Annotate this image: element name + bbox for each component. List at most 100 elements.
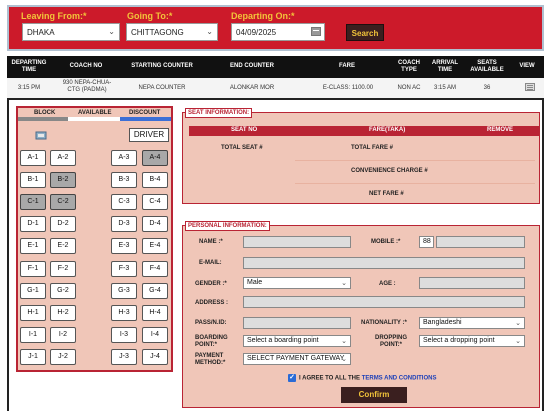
seat-b-1[interactable]: B-1 — [20, 172, 46, 188]
seat-j-3[interactable]: J-3 — [111, 349, 137, 365]
row-departing-time: 3:15 PM — [17, 85, 41, 91]
seat-b-3[interactable]: B-3 — [111, 172, 137, 188]
seat-j-2[interactable]: J-2 — [50, 349, 76, 365]
chevron-down-icon: ⌄ — [108, 27, 115, 36]
seat-i-2[interactable]: I-2 — [50, 327, 76, 343]
seat-h-4[interactable]: H-4 — [142, 305, 168, 321]
row-coach-type: NON AC — [397, 85, 421, 91]
agree-checkbox[interactable]: ✓ — [288, 374, 296, 382]
dropping-point-value: Select a dropping point — [423, 337, 495, 344]
seat-c-3[interactable]: C-3 — [111, 194, 137, 210]
nationality-label: NATIONALITY :* — [361, 320, 407, 326]
divider — [295, 183, 535, 184]
seat-f-3[interactable]: F-3 — [111, 261, 137, 277]
seat-d-1[interactable]: D-1 — [20, 216, 46, 232]
seat-e-3[interactable]: E-3 — [111, 238, 137, 254]
seat-f-4[interactable]: F-4 — [142, 261, 168, 277]
legend-block: BLOCK — [34, 110, 56, 116]
search-bar: Leaving From:* Going To:* Departing On:*… — [7, 5, 544, 51]
name-field[interactable] — [243, 236, 351, 248]
table-row[interactable]: 3:15 PM 930 NEPA-CHUA-CTG (PADMA) NEPA C… — [7, 78, 544, 98]
seat-h-2[interactable]: H-2 — [50, 305, 76, 321]
mobile-country-code[interactable]: 88 — [419, 236, 434, 248]
seat-d-4[interactable]: D-4 — [142, 216, 168, 232]
personal-information-panel: PERSONAL INFORMATION: NAME :* MOBILE :* … — [182, 221, 540, 408]
seat-g-3[interactable]: G-3 — [111, 283, 137, 299]
seat-b-4[interactable]: B-4 — [142, 172, 168, 188]
gender-select[interactable]: Male ⌄ — [243, 277, 351, 289]
row-end-counter: ALONKAR MOR — [229, 85, 275, 91]
seat-i-4[interactable]: I-4 — [142, 327, 168, 343]
going-to-label: Going To:* — [127, 11, 173, 21]
confirm-button[interactable]: Confirm — [341, 387, 407, 403]
legend-block-swatch — [18, 117, 68, 121]
seat-a-1[interactable]: A-1 — [20, 150, 46, 166]
payment-gateway-select[interactable]: SELECT PAYMENT GATEWAY ⌄ — [243, 353, 351, 365]
seat-j-1[interactable]: J-1 — [20, 349, 46, 365]
seat-i-3[interactable]: I-3 — [111, 327, 137, 343]
view-seats-icon[interactable] — [525, 83, 535, 91]
total-fare-label: TOTAL FARE # — [351, 145, 394, 151]
col-remove: REMOVE — [487, 127, 514, 133]
col-coach-type: COACH TYPE — [398, 60, 420, 73]
col-fare: FARE — [338, 63, 355, 69]
divider — [295, 160, 535, 161]
payment-method-label: PAYMENT METHOD:* — [195, 353, 226, 366]
seat-information-title: SEAT INFORMATION: — [185, 108, 253, 118]
seat-g-4[interactable]: G-4 — [142, 283, 168, 299]
seat-i-1[interactable]: I-1 — [20, 327, 46, 343]
row-arrival-time: 3:15 AM — [433, 85, 456, 91]
legend-discount-swatch — [120, 117, 171, 121]
seat-f-2[interactable]: F-2 — [50, 261, 76, 277]
seat-d-3[interactable]: D-3 — [111, 216, 137, 232]
leaving-from-select[interactable]: DHAKA ⌄ — [22, 23, 120, 41]
seat-a-2[interactable]: A-2 — [50, 150, 76, 166]
seat-b-2[interactable]: B-2 — [50, 172, 76, 188]
dropping-point-select[interactable]: Select a dropping point ⌄ — [419, 335, 525, 347]
steering-icon — [35, 131, 47, 140]
passport-field[interactable] — [243, 317, 351, 329]
seat-e-1[interactable]: E-1 — [20, 238, 46, 254]
col-seat-no: SEAT NO — [231, 127, 258, 133]
seat-d-2[interactable]: D-2 — [50, 216, 76, 232]
col-fare-taka: FARE(TAKA) — [369, 127, 406, 133]
search-button[interactable]: Search — [346, 24, 384, 41]
email-field[interactable] — [243, 257, 525, 269]
age-field[interactable] — [419, 277, 525, 289]
address-field[interactable] — [243, 296, 525, 308]
agree-text: I AGREE TO ALL THE — [299, 375, 361, 382]
chevron-down-icon: ⌄ — [341, 338, 347, 345]
seat-e-4[interactable]: E-4 — [142, 238, 168, 254]
calendar-icon[interactable] — [311, 27, 321, 36]
terms-link[interactable]: TERMS AND CONDITIONS — [362, 376, 437, 382]
seat-g-1[interactable]: G-1 — [20, 283, 46, 299]
boarding-point-value: Select a boarding point — [247, 337, 319, 344]
seat-c-2[interactable]: C-2 — [50, 194, 76, 210]
seat-information-panel: SEAT INFORMATION: SEAT NO FARE(TAKA) REM… — [182, 108, 540, 204]
convenience-charge-label: CONVENIENCE CHARGE # — [351, 168, 428, 174]
col-coach-no: COACH NO — [69, 63, 103, 69]
seat-j-4[interactable]: J-4 — [142, 349, 168, 365]
seat-f-1[interactable]: F-1 — [20, 261, 46, 277]
seat-a-4[interactable]: A-4 — [142, 150, 168, 166]
boarding-point-select[interactable]: Select a boarding point ⌄ — [243, 335, 351, 347]
nationality-select[interactable]: Bangladeshi ⌄ — [419, 317, 525, 329]
address-label: ADDRESS : — [195, 300, 229, 306]
age-label: AGE : — [379, 281, 396, 287]
mobile-field[interactable] — [436, 236, 525, 248]
results-table-header: DEPARTING TIME COACH NO STARTING COUNTER… — [7, 56, 544, 78]
seat-g-2[interactable]: G-2 — [50, 283, 76, 299]
seat-a-3[interactable]: A-3 — [111, 150, 137, 166]
chevron-down-icon: ⌄ — [515, 320, 521, 327]
seat-e-2[interactable]: E-2 — [50, 238, 76, 254]
chevron-down-icon: ⌄ — [341, 356, 347, 363]
seat-h-3[interactable]: H-3 — [111, 305, 137, 321]
departure-date-input[interactable]: 04/09/2025 — [231, 23, 325, 41]
seat-h-1[interactable]: H-1 — [20, 305, 46, 321]
going-to-select[interactable]: CHITTAGONG ⌄ — [126, 23, 218, 41]
chevron-down-icon: ⌄ — [515, 338, 521, 345]
col-arrival-time: ARRIVAL TIME — [431, 60, 459, 73]
seat-c-1[interactable]: C-1 — [20, 194, 46, 210]
seat-c-4[interactable]: C-4 — [142, 194, 168, 210]
seat-map: BLOCK AVAILABLE DISCOUNT DRIVER A-1 A-2 A-… — [16, 106, 173, 372]
